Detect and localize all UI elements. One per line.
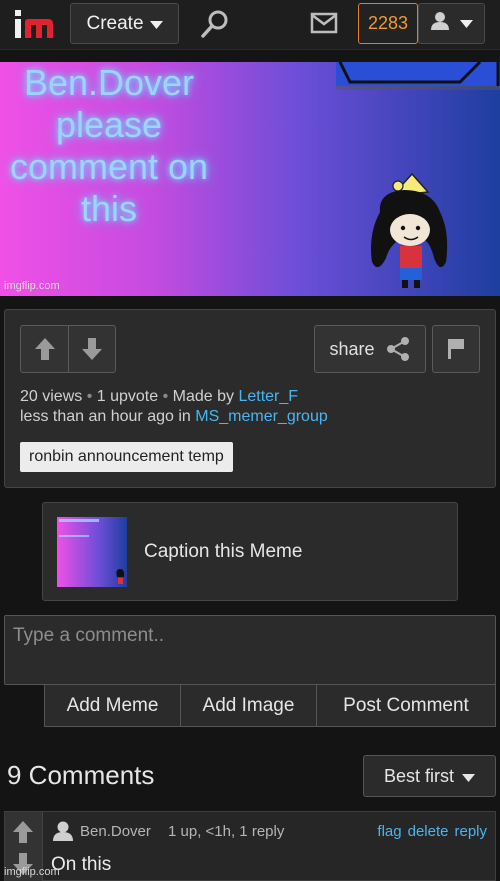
user-icon — [430, 11, 450, 36]
downvote-button[interactable] — [68, 326, 115, 372]
commenter-username[interactable]: Ben.Dover — [80, 823, 151, 840]
comment-item: Ben.Dover 1 up, <1h, 1 reply flag delete… — [4, 811, 496, 881]
made-by-label: Made by — [172, 388, 235, 405]
author-link[interactable]: Letter_F — [238, 388, 298, 405]
upvote-button[interactable] — [21, 326, 68, 372]
post-info-card: share 20 views • 1 upvote • Made by Lett… — [4, 309, 496, 488]
add-image-button[interactable]: Add Image — [181, 684, 317, 727]
commenter-avatar-icon[interactable] — [52, 820, 74, 842]
add-meme-button[interactable]: Add Meme — [44, 684, 181, 727]
view-count: 20 views — [20, 388, 83, 405]
meme-character-image — [336, 62, 500, 288]
caption-meme-label: Caption this Meme — [144, 541, 303, 562]
comment-text: On this — [51, 854, 112, 875]
comment-input[interactable] — [4, 615, 496, 685]
create-label: Create — [86, 12, 144, 34]
search-icon[interactable] — [199, 8, 231, 40]
post-time-stream: less than an hour ago in MS_memer_group — [20, 408, 328, 426]
flag-button[interactable] — [432, 325, 480, 373]
comment-meta: 1 up, <1h, 1 reply — [168, 823, 285, 840]
user-menu-button[interactable] — [418, 3, 485, 44]
meme-image[interactable]: Ben.Dover please comment on this — [0, 62, 500, 296]
top-navbar: Create 2283 — [0, 0, 500, 50]
imgflip-logo[interactable] — [12, 8, 56, 40]
vote-group — [20, 325, 116, 373]
reply-link[interactable]: reply — [454, 823, 487, 840]
separator-dot: • — [86, 388, 97, 405]
share-icon — [386, 337, 409, 361]
comments-count-heading: 9 Comments — [7, 760, 155, 790]
arrow-down-icon — [82, 338, 102, 360]
caret-down-icon — [462, 766, 475, 787]
stream-link[interactable]: MS_memer_group — [195, 408, 328, 425]
mail-icon[interactable] — [310, 12, 338, 34]
delete-link[interactable]: delete — [408, 823, 449, 840]
comment-action-links: flag delete reply — [377, 823, 487, 840]
meme-watermark: imgflip.com — [4, 280, 60, 292]
time-label: less than an hour ago in — [20, 408, 191, 425]
caret-down-icon — [460, 15, 473, 33]
points-badge[interactable]: 2283 — [358, 3, 418, 44]
points-count: 2283 — [367, 13, 409, 33]
template-tag[interactable]: ronbin announcement temp — [20, 442, 233, 472]
separator-dot: • — [162, 388, 173, 405]
upvote-count: 1 upvote — [96, 388, 159, 405]
comment-actions: Add Meme Add Image Post Comment — [44, 684, 496, 727]
caption-meme-card[interactable]: Caption this Meme — [42, 502, 458, 601]
flag-icon — [448, 339, 464, 359]
footer-watermark: imgflip.com — [4, 866, 60, 878]
create-dropdown-button[interactable]: Create — [70, 3, 179, 44]
post-comment-button[interactable]: Post Comment — [317, 684, 496, 727]
comment-upvote-icon[interactable] — [12, 820, 34, 849]
post-stats: 20 views • 1 upvote • Made by Letter_F — [20, 388, 298, 406]
caret-down-icon — [149, 13, 163, 35]
template-thumbnail — [57, 517, 127, 587]
arrow-up-icon — [34, 338, 55, 360]
flag-link[interactable]: flag — [377, 823, 401, 840]
comment-sort-dropdown[interactable]: Best first — [363, 755, 496, 797]
sort-label: Best first — [383, 765, 454, 786]
share-label: share — [329, 338, 375, 359]
share-button[interactable]: share — [314, 325, 426, 373]
